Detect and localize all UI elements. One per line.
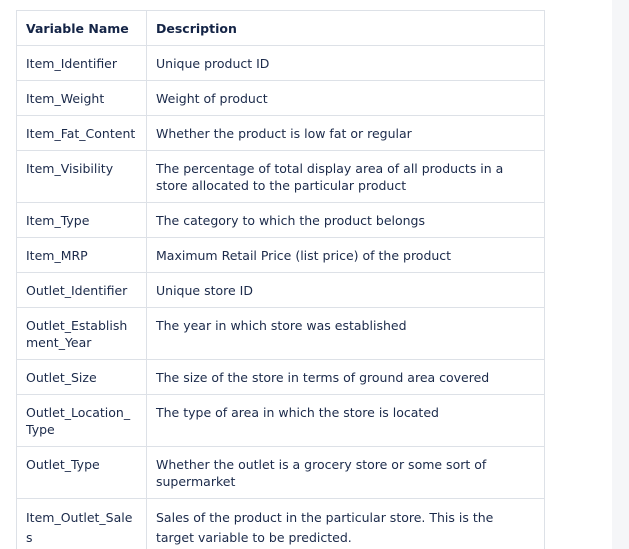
description-cell: Maximum Retail Price (list price) of the…	[146, 237, 545, 273]
description-cell: Unique product ID	[146, 45, 545, 81]
description-cell: The size of the store in terms of ground…	[146, 359, 545, 395]
description-cell: Sales of the product in the particular s…	[146, 498, 545, 549]
variable-name-cell: Item_Identifier	[16, 45, 147, 81]
table-row: Outlet_Size The size of the store in ter…	[16, 359, 545, 395]
table-row: Item_Identifier Unique product ID	[16, 45, 545, 81]
table-row: Item_Visibility The percentage of total …	[16, 150, 545, 203]
table-row: Item_MRP Maximum Retail Price (list pric…	[16, 237, 545, 273]
description-cell: The year in which store was established	[146, 307, 545, 360]
variable-name-cell: Item_Fat_Content	[16, 115, 147, 151]
variable-name-cell: Item_Outlet_Sales	[16, 498, 147, 549]
description-cell: The percentage of total display area of …	[146, 150, 545, 203]
description-cell: Whether the product is low fat or regula…	[146, 115, 545, 151]
variable-name-cell: Item_Weight	[16, 80, 147, 116]
table-row: Item_Type The category to which the prod…	[16, 202, 545, 238]
variable-name-cell: Item_Type	[16, 202, 147, 238]
page: Variable Name Description Item_Identifie…	[0, 0, 629, 549]
table-row: Outlet_Establishment_Year The year in wh…	[16, 307, 545, 360]
description-cell: The type of area in which the store is l…	[146, 394, 545, 447]
variable-name-cell: Outlet_Location_Type	[16, 394, 147, 447]
variable-name-cell: Outlet_Size	[16, 359, 147, 395]
variable-name-cell: Outlet_Type	[16, 446, 147, 499]
description-cell: Unique store ID	[146, 272, 545, 308]
description-cell: Weight of product	[146, 80, 545, 116]
variable-name-cell: Outlet_Identifier	[16, 272, 147, 308]
table-row: Outlet_Identifier Unique store ID	[16, 272, 545, 308]
table-row: Item_Fat_Content Whether the product is …	[16, 115, 545, 151]
scroll-area-strip	[612, 0, 629, 549]
variable-name-cell: Item_MRP	[16, 237, 147, 273]
table-row: Item_Outlet_Sales Sales of the product i…	[16, 498, 545, 549]
table-header-row: Variable Name Description	[16, 10, 545, 46]
table-row: Item_Weight Weight of product	[16, 80, 545, 116]
header-description: Description	[146, 10, 545, 46]
description-cell: Whether the outlet is a grocery store or…	[146, 446, 545, 499]
header-variable-name: Variable Name	[16, 10, 147, 46]
variable-name-cell: Outlet_Establishment_Year	[16, 307, 147, 360]
variable-name-cell: Item_Visibility	[16, 150, 147, 203]
variables-table: Variable Name Description Item_Identifie…	[16, 10, 545, 549]
description-cell: The category to which the product belong…	[146, 202, 545, 238]
table-row: Outlet_Location_Type The type of area in…	[16, 394, 545, 447]
table-row: Outlet_Type Whether the outlet is a groc…	[16, 446, 545, 499]
